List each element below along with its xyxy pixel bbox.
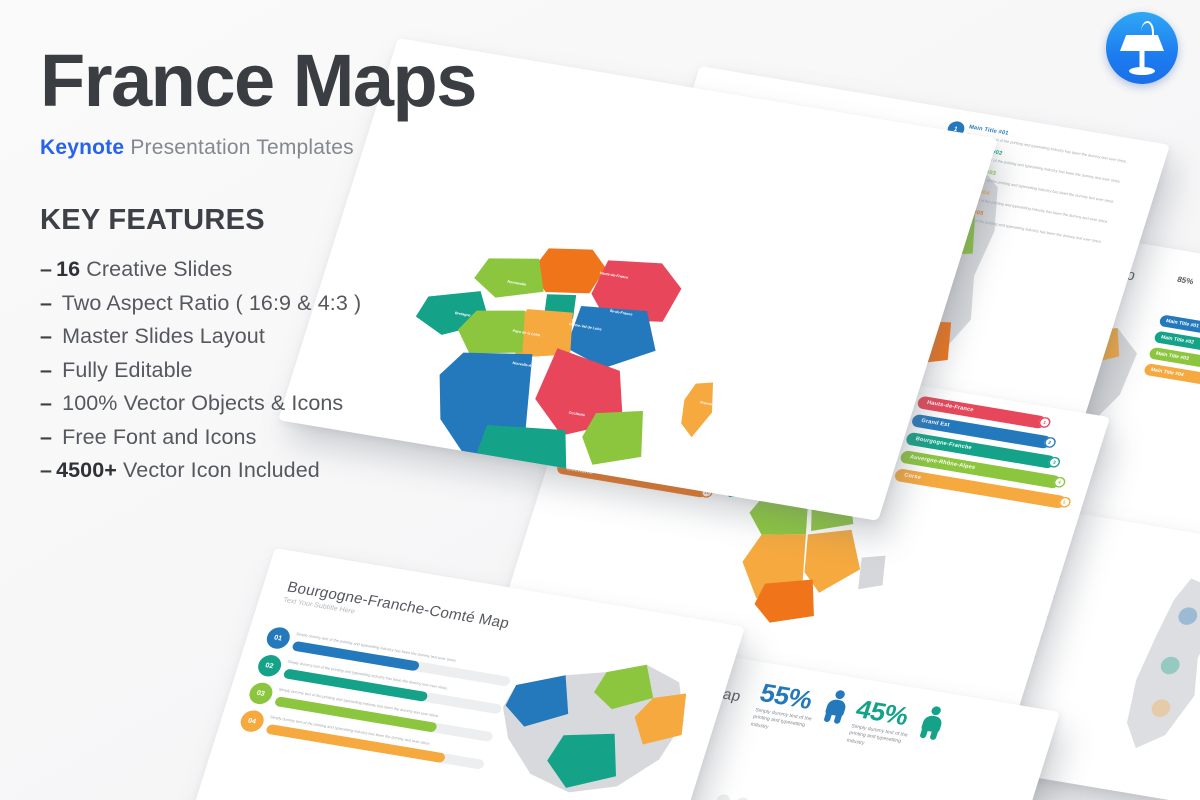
podium-base-icon [1129, 67, 1155, 75]
feature-text: Two Aspect Ratio ( 16:9 & 4:3 ) [56, 290, 362, 315]
keynote-app-icon [1106, 12, 1178, 84]
map-pill-number: 3 [1052, 460, 1057, 466]
feature-dash: – [40, 324, 53, 349]
map-pill-number: 1 [1042, 420, 1047, 426]
map-pill-knob: 3 [1047, 456, 1062, 469]
map-pill-label: Grand Est [920, 418, 951, 429]
map-pill-number: 4 [1057, 480, 1062, 486]
bourgogne-row-number: 02 [255, 653, 284, 679]
feature-dash: – [40, 257, 53, 281]
features-list: –16 Creative Slides – Two Aspect Ratio ( … [40, 253, 520, 488]
auvergne-bar-label: Main Title #02 [1160, 334, 1195, 346]
page-title: France Maps [40, 39, 477, 122]
feature-strong-text: 4500+ [56, 458, 124, 483]
centre-stat-text: 45% Simply dummy text of the printing and… [846, 694, 924, 755]
auvergne-bar-label: Main Title #01 [1165, 318, 1200, 330]
feature-item: – Master Slides Layout [40, 320, 520, 354]
bourgogne-row-number: 03 [246, 681, 275, 706]
podium-desk-icon [1120, 35, 1164, 51]
female-icon [821, 689, 851, 725]
bourgogne-row-list: 01 Simply dummy text of the printing and … [236, 625, 515, 778]
centre-stat: 45% Simply dummy text of the printing and… [846, 694, 948, 759]
feature-text: Creative Slides [86, 257, 233, 281]
subtitle-rest: Presentation Templates [130, 136, 354, 159]
feature-item: – Free Font and Icons [40, 421, 520, 455]
feature-dash: – [40, 290, 53, 315]
map-pill-knob: 5 [1057, 496, 1072, 509]
feature-text: Master Slides Layout [56, 324, 265, 349]
feature-text: Vector Icon Included [123, 458, 320, 483]
centre-stat: 55% Simply dummy text of the printing and… [750, 678, 852, 743]
auvergne-bar-label: Main Title #04 [1149, 367, 1185, 379]
auvergne-bar-label: Main Title #03 [1154, 350, 1190, 363]
feature-item: – 100% Vector Objects & Icons [40, 387, 520, 421]
feature-item: – Fully Editable [40, 354, 520, 388]
brand-label: Keynote [40, 136, 125, 159]
intro-panel: France Maps Keynote Presentation Templat… [40, 44, 520, 488]
feature-text: Free Font and Icons [56, 424, 257, 449]
map-pill-knob: 1 [1037, 416, 1052, 430]
feature-dash: – [40, 357, 53, 382]
map-pill-number: 5 [1062, 499, 1067, 506]
centre-stat-text: 55% Simply dummy text of the printing and… [750, 678, 828, 739]
feature-item: –16 Creative Slides [40, 253, 520, 287]
feature-dash: – [40, 424, 53, 449]
map-pill-label: Hauts-de-France [925, 400, 975, 414]
bourgogne-row-number: 01 [263, 625, 293, 651]
feature-dash: – [40, 391, 53, 416]
feature-item: –4500+ Vector Icon Included [40, 454, 520, 488]
france-region-label: Corse [841, 376, 853, 382]
map-pill-number: 2 [1047, 440, 1052, 446]
map-pill-knob: 2 [1042, 436, 1057, 449]
bourgogne-row-number: 04 [237, 708, 267, 734]
feature-text: Fully Editable [56, 357, 193, 382]
centre-bar-chart [682, 793, 999, 800]
feature-item: – Two Aspect Ratio ( 16:9 & 4:3 ) [40, 287, 520, 321]
map-pill-knob: 4 [1052, 476, 1067, 489]
feature-strong-text: 16 [56, 257, 87, 281]
poster-canvas: France Maps Keynote Presentation Templat… [0, 0, 1200, 800]
feature-dash: – [40, 458, 53, 483]
map-pill-label: Auvergne-Rhône-Alpes [908, 454, 976, 472]
feature-text: 100% Vector Objects & Icons [56, 391, 344, 416]
male-icon [917, 705, 947, 741]
map-pill-label: Bourgogne-Franche [914, 436, 973, 452]
page-subtitle: Keynote Presentation Templates [40, 136, 520, 160]
map-pill-label: Corse [903, 472, 922, 482]
features-heading: KEY FEATURES [40, 204, 265, 236]
podium-mic-icon [1141, 21, 1154, 37]
